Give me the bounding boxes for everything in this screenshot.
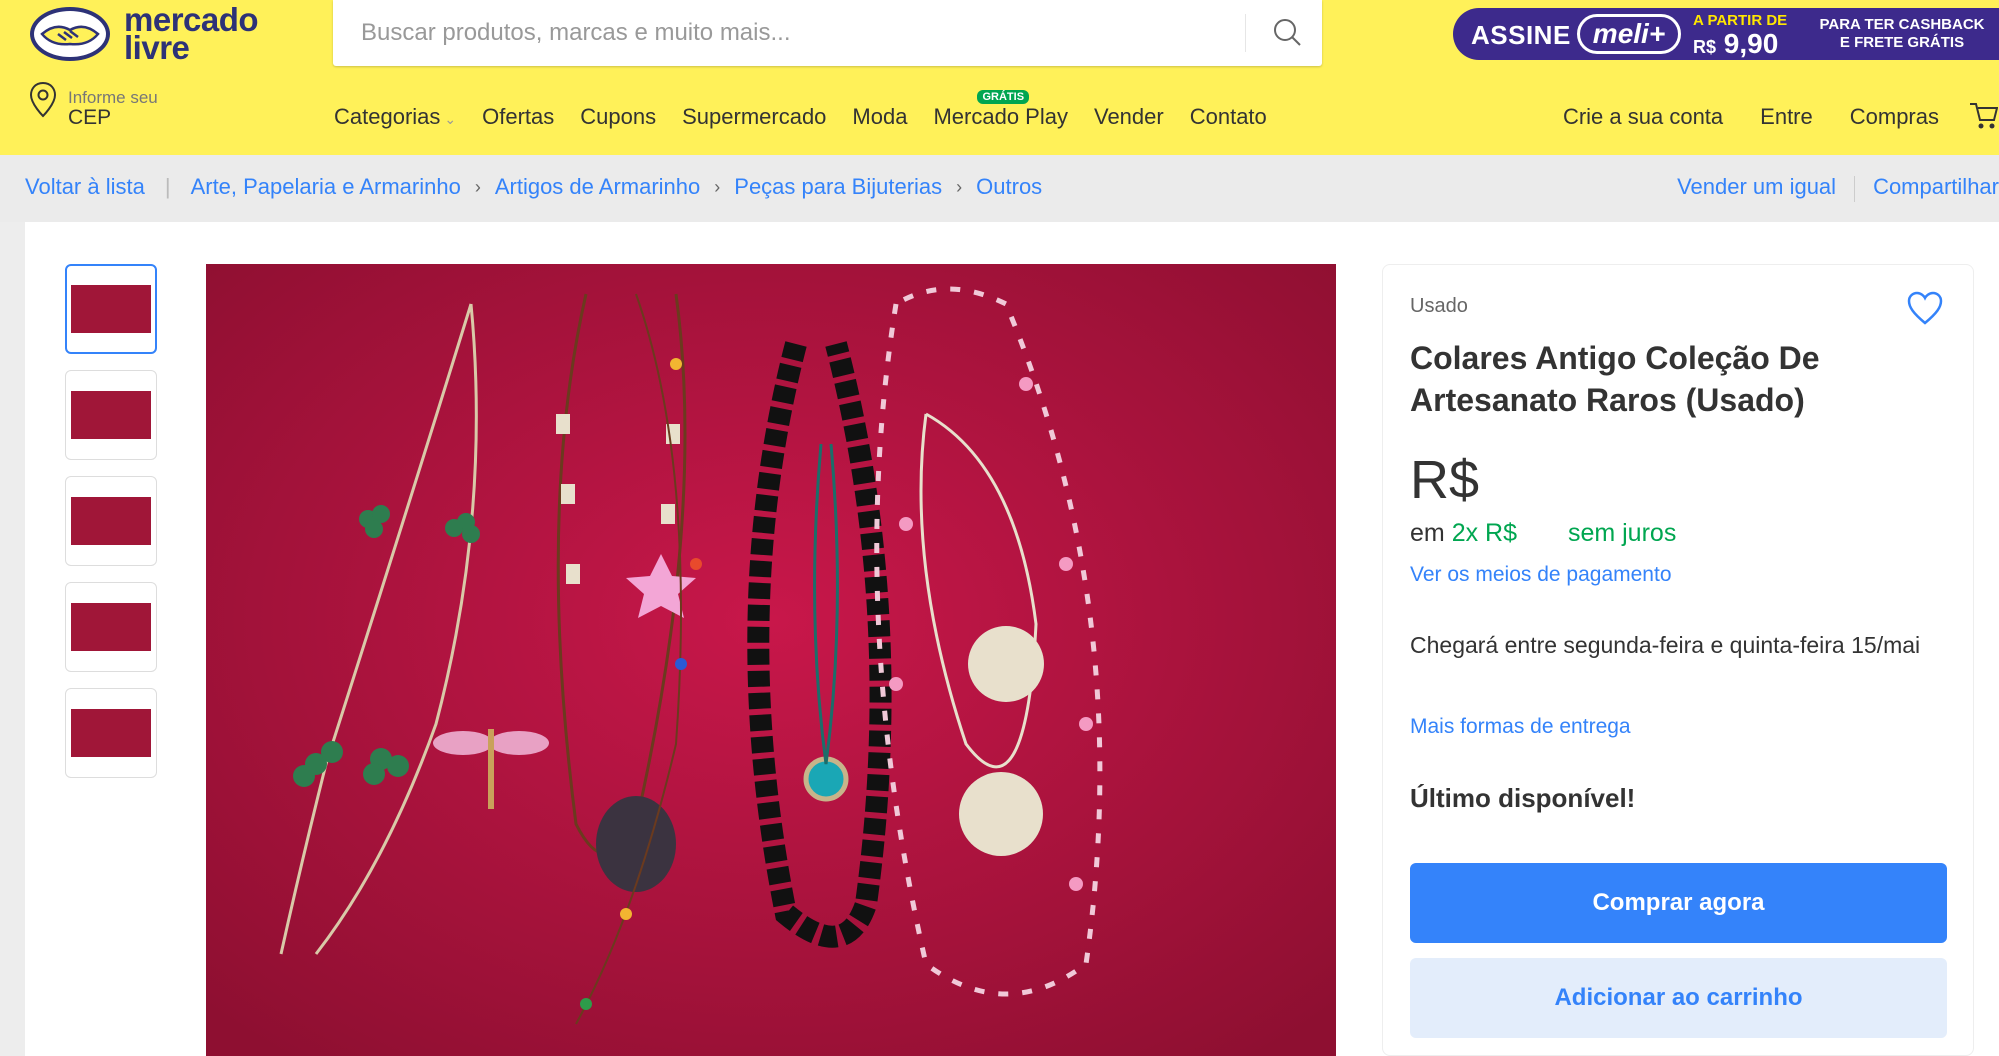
cart-icon (1970, 103, 1999, 129)
payment-methods-link[interactable]: Ver os meios de pagamento (1410, 563, 1672, 587)
main-nav: Categorias ⌄ Ofertas Cupons Supermercado … (334, 90, 1293, 134)
mercado-livre-logo[interactable]: mercado livre (28, 1, 259, 66)
breadcrumb-item[interactable]: Arte, Papelaria e Armarinho (191, 174, 461, 200)
stock-status: Último disponível! (1410, 783, 1636, 813)
thumbnail-image (71, 709, 151, 757)
thumbnail-image (71, 391, 151, 439)
nav-ofertas[interactable]: Ofertas (482, 104, 554, 134)
product-card: Usado Colares Antigo Coleção De Artesana… (25, 222, 1999, 1056)
product-title: Colares Antigo Coleção De Artesanato Rar… (1410, 340, 1820, 418)
cep-location-button[interactable]: Informe seu CEP (28, 80, 208, 130)
promo-from-label: A PARTIR DE (1693, 12, 1788, 29)
nav-vender[interactable]: Vender (1094, 104, 1164, 134)
necklaces-photo (206, 264, 1336, 1056)
thumbnail[interactable] (65, 476, 157, 566)
delivery-estimate: Chegará entre segunda-feira e quinta-fei… (1410, 632, 1921, 658)
nav-contato[interactable]: Contato (1190, 104, 1267, 134)
back-to-list-link[interactable]: Voltar à lista (25, 174, 145, 200)
cep-hint: Informe seu (68, 88, 158, 107)
product-price: R$ (1410, 450, 1480, 510)
nav-moda[interactable]: Moda (852, 104, 907, 134)
breadcrumb-item[interactable]: Peças para Bijuterias (734, 174, 942, 200)
thumbnail[interactable] (65, 370, 157, 460)
sell-similar-link[interactable]: Vender um igual (1677, 174, 1836, 202)
search-icon (1274, 19, 1301, 46)
breadcrumb-actions: Vender um igual Compartilhar (1677, 174, 1999, 202)
breadcrumb-item[interactable]: Outros (976, 174, 1042, 200)
header: mercado livre ASSINE meli+ A PARTIR DE R… (0, 0, 1999, 155)
nav-mercado-play[interactable]: GRÁTIS Mercado Play (933, 90, 1068, 134)
promo-cashback: PARA TER CASHBACK E FRETE GRÁTIS (1819, 16, 1985, 51)
nav-categorias[interactable]: Categorias ⌄ (334, 104, 456, 134)
nav-cupons[interactable]: Cupons (580, 104, 656, 134)
free-badge: GRÁTIS (977, 90, 1030, 104)
meli-plus-promo-banner[interactable]: ASSINE meli+ A PARTIR DE R$ 9,90 PARA TE… (1453, 8, 1999, 60)
chevron-right-icon: › (474, 176, 481, 197)
breadcrumb: Voltar à lista | Arte, Papelaria e Armar… (25, 174, 1042, 200)
actions-divider (1854, 176, 1856, 202)
breadcrumb-bar: Voltar à lista | Arte, Papelaria e Armar… (0, 155, 1999, 222)
thumbnail[interactable] (65, 264, 157, 354)
purchases-link[interactable]: Compras (1850, 104, 1939, 130)
login-link[interactable]: Entre (1760, 104, 1813, 130)
breadcrumb-item[interactable]: Artigos de Armarinho (495, 174, 700, 200)
thumbnail-image (71, 497, 151, 545)
favorite-button[interactable] (1905, 289, 1945, 329)
heart-icon (1907, 291, 1943, 325)
search-box (333, 0, 1322, 66)
logo-text: mercado livre (124, 1, 259, 66)
thumbnail-gallery (65, 264, 159, 794)
product-main-image[interactable] (206, 264, 1336, 1056)
account-nav: Crie a sua conta Entre Compras (1526, 104, 1939, 130)
search-divider (1245, 14, 1246, 52)
product-condition: Usado (1410, 295, 1468, 317)
breadcrumb-divider: | (164, 174, 171, 199)
chevron-right-icon: › (956, 176, 963, 197)
thumbnail-image (71, 285, 151, 333)
promo-price: R$ 9,90 (1693, 28, 1779, 59)
promo-assine: ASSINE (1471, 20, 1571, 50)
create-account-link[interactable]: Crie a sua conta (1563, 104, 1723, 130)
search-button[interactable] (1265, 10, 1309, 54)
chevron-down-icon: ⌄ (444, 111, 457, 127)
nav-supermercado[interactable]: Supermercado (682, 104, 826, 134)
meli-plus-logo: meli+ (1577, 14, 1681, 54)
search-input[interactable] (361, 14, 1241, 52)
cep-label: CEP (68, 106, 112, 129)
thumbnail[interactable] (65, 688, 157, 778)
chevron-right-icon: › (714, 176, 721, 197)
buy-box: Usado Colares Antigo Coleção De Artesana… (1382, 264, 1974, 1056)
handshake-logo-icon (30, 7, 110, 61)
delivery-options-link[interactable]: Mais formas de entrega (1410, 715, 1631, 739)
location-pin-icon (29, 81, 57, 118)
installments-info: em 2x R$ sem juros (1410, 519, 1677, 547)
thumbnail[interactable] (65, 582, 157, 672)
thumbnail-image (71, 603, 151, 651)
buy-now-button[interactable]: Comprar agora (1410, 863, 1947, 943)
share-link[interactable]: Compartilhar (1873, 174, 1999, 202)
add-to-cart-button[interactable]: Adicionar ao carrinho (1410, 958, 1947, 1038)
cart-button[interactable] (1968, 98, 1999, 132)
